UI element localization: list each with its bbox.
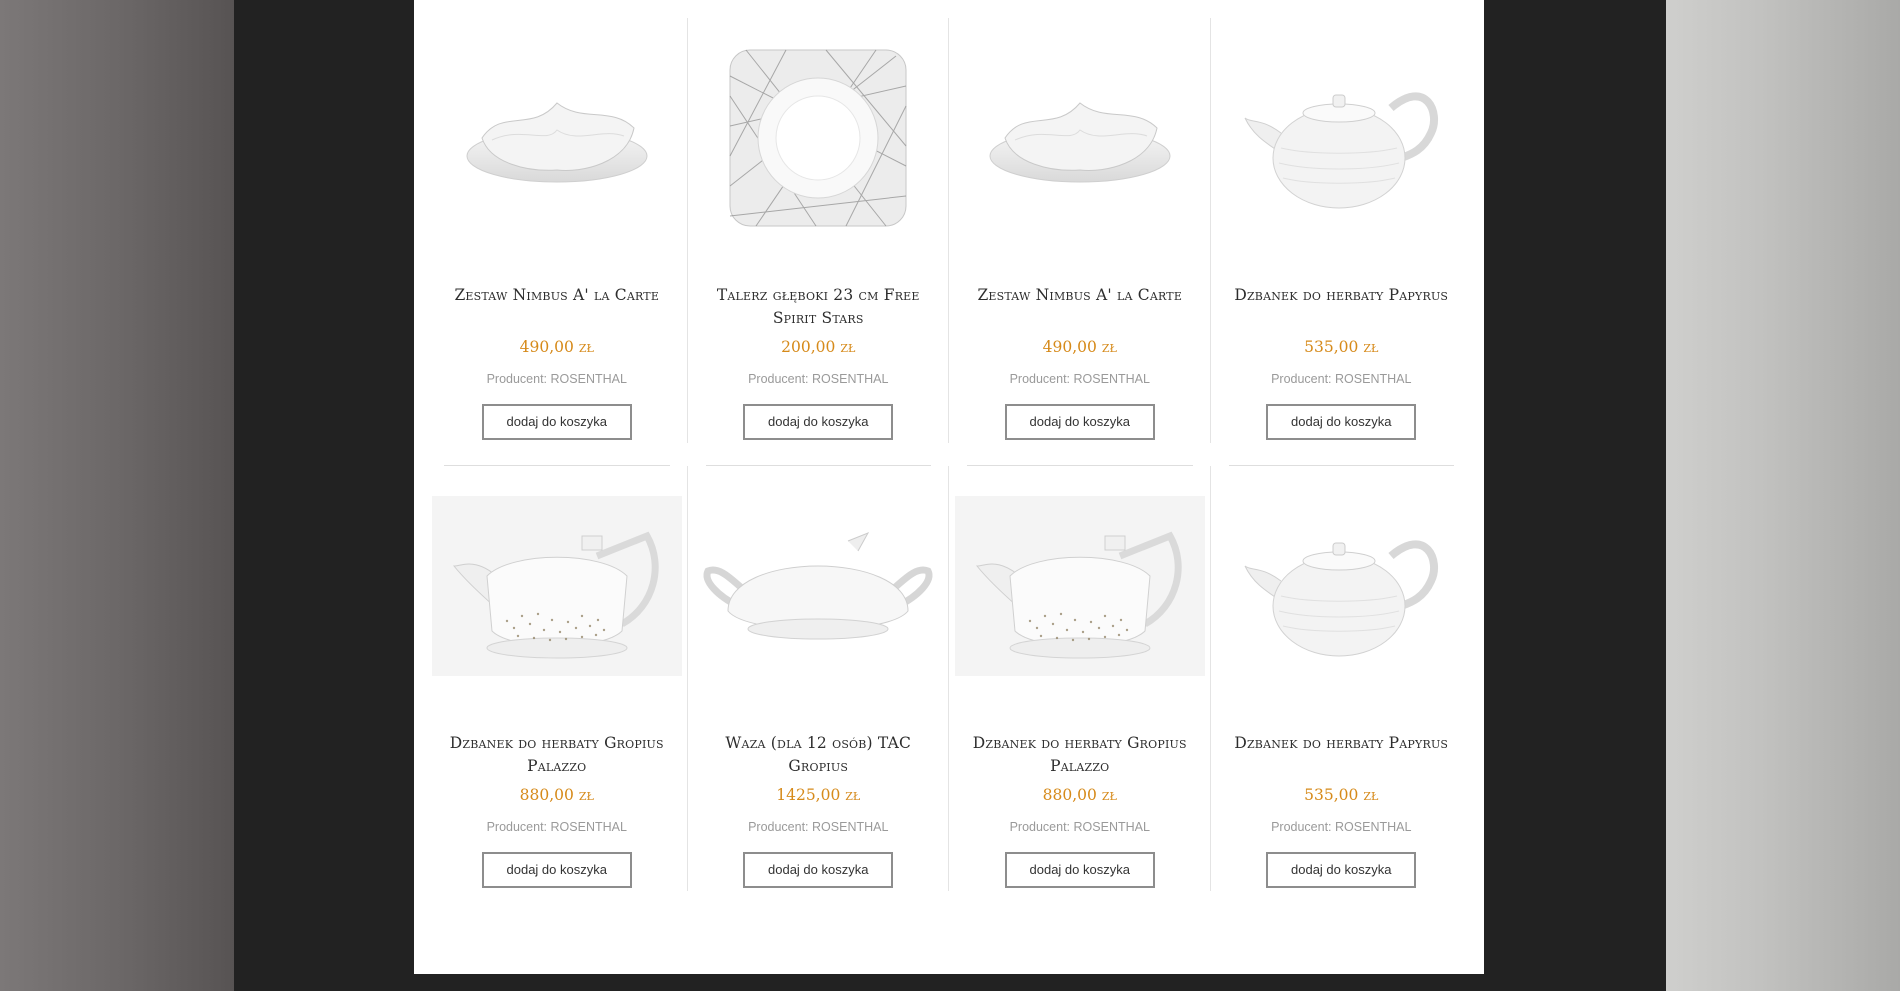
product-image-nimbus-bowl-set[interactable] bbox=[426, 18, 688, 258]
product-image-gropius-teapot-gold[interactable] bbox=[949, 466, 1211, 706]
product-image-gropius-teapot-gold[interactable] bbox=[426, 466, 688, 706]
producer-name[interactable]: ROSENTHAL bbox=[551, 372, 627, 386]
producer-name[interactable]: ROSENTHAL bbox=[1335, 372, 1411, 386]
product-price: 535,00 zł bbox=[1304, 786, 1379, 804]
add-to-cart-button[interactable]: dodaj do koszyka bbox=[743, 404, 894, 440]
product-producer: Producent: ROSENTHAL bbox=[949, 372, 1211, 386]
product-image-square-plate-stars[interactable] bbox=[688, 18, 950, 258]
background-right-panel bbox=[1666, 0, 1900, 991]
product-image-papyrus-teapot[interactable] bbox=[1211, 18, 1473, 258]
product-title[interactable]: Dzbanek do herbaty Gropius Palazzo bbox=[436, 732, 678, 778]
product-title[interactable]: Dzbanek do herbaty Papyrus bbox=[1221, 732, 1463, 778]
product-image-papyrus-teapot[interactable] bbox=[1211, 466, 1473, 706]
product-producer: Producent: ROSENTHAL bbox=[688, 820, 950, 834]
product-title[interactable]: Dzbanek do herbaty Gropius Palazzo bbox=[959, 732, 1201, 778]
product-price: 535,00 zł bbox=[1304, 338, 1379, 356]
product-card: Zestaw Nimbus A' la Carte 490,00 zł Prod… bbox=[426, 18, 688, 466]
product-grid: Zestaw Nimbus A' la Carte 490,00 zł Prod… bbox=[426, 18, 1472, 926]
product-card: Dzbanek do herbaty Papyrus 535,00 zł Pro… bbox=[1211, 466, 1473, 926]
product-price: 880,00 zł bbox=[1042, 786, 1117, 804]
producer-name[interactable]: ROSENTHAL bbox=[812, 372, 888, 386]
producer-label: Producent: bbox=[748, 372, 809, 386]
add-to-cart-button[interactable]: dodaj do koszyka bbox=[1266, 852, 1417, 888]
product-title[interactable]: Zestaw Nimbus A' la Carte bbox=[959, 284, 1201, 330]
product-card: Dzbanek do herbaty Gropius Palazzo 880,0… bbox=[426, 466, 688, 926]
product-title[interactable]: Waza (dla 12 osób) TAC Gropius bbox=[698, 732, 940, 778]
product-card: Waza (dla 12 osób) TAC Gropius 1425,00 z… bbox=[688, 466, 950, 926]
product-price: 200,00 zł bbox=[781, 338, 856, 356]
product-producer: Producent: ROSENTHAL bbox=[426, 820, 688, 834]
producer-name[interactable]: ROSENTHAL bbox=[1335, 820, 1411, 834]
add-to-cart-button[interactable]: dodaj do koszyka bbox=[481, 852, 632, 888]
producer-name[interactable]: ROSENTHAL bbox=[1074, 820, 1150, 834]
product-title[interactable]: Zestaw Nimbus A' la Carte bbox=[436, 284, 678, 330]
add-to-cart-button[interactable]: dodaj do koszyka bbox=[481, 404, 632, 440]
producer-label: Producent: bbox=[748, 820, 809, 834]
product-card: Dzbanek do herbaty Papyrus 535,00 zł Pro… bbox=[1211, 18, 1473, 466]
product-card: Dzbanek do herbaty Gropius Palazzo 880,0… bbox=[949, 466, 1211, 926]
producer-name[interactable]: ROSENTHAL bbox=[551, 820, 627, 834]
product-price: 880,00 zł bbox=[519, 786, 594, 804]
add-to-cart-button[interactable]: dodaj do koszyka bbox=[743, 852, 894, 888]
product-title[interactable]: Dzbanek do herbaty Papyrus bbox=[1221, 284, 1463, 330]
product-image-tac-tureen[interactable] bbox=[688, 466, 950, 706]
product-price: 490,00 zł bbox=[519, 338, 594, 356]
add-to-cart-button[interactable]: dodaj do koszyka bbox=[1004, 852, 1155, 888]
producer-name[interactable]: ROSENTHAL bbox=[812, 820, 888, 834]
product-card: Talerz głęboki 23 cm Free Spirit Stars 2… bbox=[688, 18, 950, 466]
producer-label: Producent: bbox=[1009, 820, 1071, 834]
background-left-panel bbox=[0, 0, 234, 991]
producer-label: Producent: bbox=[486, 372, 548, 386]
producer-label: Producent: bbox=[1009, 372, 1071, 386]
product-image-nimbus-bowl-set[interactable] bbox=[949, 18, 1211, 258]
product-price: 490,00 zł bbox=[1042, 338, 1117, 356]
product-producer: Producent: ROSENTHAL bbox=[1211, 820, 1473, 834]
product-title[interactable]: Talerz głęboki 23 cm Free Spirit Stars bbox=[698, 284, 940, 330]
producer-label: Producent: bbox=[1271, 372, 1332, 386]
product-producer: Producent: ROSENTHAL bbox=[426, 372, 688, 386]
add-to-cart-button[interactable]: dodaj do koszyka bbox=[1266, 404, 1417, 440]
product-price: 1425,00 zł bbox=[776, 786, 861, 804]
product-producer: Producent: ROSENTHAL bbox=[1211, 372, 1473, 386]
product-producer: Producent: ROSENTHAL bbox=[949, 820, 1211, 834]
producer-name[interactable]: ROSENTHAL bbox=[1074, 372, 1150, 386]
producer-label: Producent: bbox=[1271, 820, 1332, 834]
product-listing: Zestaw Nimbus A' la Carte 490,00 zł Prod… bbox=[414, 0, 1484, 974]
producer-label: Producent: bbox=[486, 820, 548, 834]
product-producer: Producent: ROSENTHAL bbox=[688, 372, 950, 386]
product-card: Zestaw Nimbus A' la Carte 490,00 zł Prod… bbox=[949, 18, 1211, 466]
add-to-cart-button[interactable]: dodaj do koszyka bbox=[1004, 404, 1155, 440]
